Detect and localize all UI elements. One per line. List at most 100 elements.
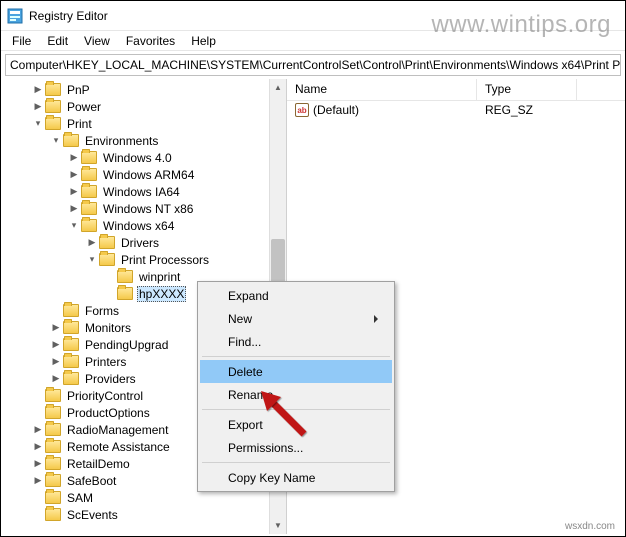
tree-item-pnp[interactable]: PnP xyxy=(65,83,92,97)
tree-item-selected[interactable]: hpXXXX xyxy=(137,286,186,302)
folder-icon xyxy=(45,423,61,436)
expand-icon[interactable]: ▶ xyxy=(49,355,63,369)
scroll-down-icon[interactable]: ▼ xyxy=(270,517,286,534)
string-value-icon: ab xyxy=(295,103,309,117)
folder-icon xyxy=(117,287,133,300)
titlebar: Registry Editor xyxy=(1,1,625,31)
expand-icon[interactable]: ▶ xyxy=(31,474,45,488)
tree-item-ntx86[interactable]: Windows NT x86 xyxy=(101,202,195,216)
tree-item-retaildemo[interactable]: RetailDemo xyxy=(65,457,132,471)
menu-view[interactable]: View xyxy=(77,32,117,50)
ctx-rename[interactable]: Rename xyxy=(200,383,392,406)
folder-icon xyxy=(81,151,97,164)
tree-item-prioritycontrol[interactable]: PriorityControl xyxy=(65,389,145,403)
collapse-icon[interactable]: ▾ xyxy=(49,134,63,148)
expand-icon[interactable]: ▶ xyxy=(67,185,81,199)
tree-item-win40[interactable]: Windows 4.0 xyxy=(101,151,174,165)
ctx-separator xyxy=(202,409,390,410)
column-header-type[interactable]: Type xyxy=(477,79,577,100)
tree-item-sam[interactable]: SAM xyxy=(65,491,95,505)
expand-icon[interactable]: ▶ xyxy=(67,151,81,165)
tree-item-printers[interactable]: Printers xyxy=(83,355,128,369)
ctx-expand[interactable]: Expand xyxy=(200,284,392,307)
value-name: (Default) xyxy=(313,103,359,117)
collapse-icon[interactable]: ▾ xyxy=(85,253,99,267)
tree-item-ia64[interactable]: Windows IA64 xyxy=(101,185,182,199)
ctx-find[interactable]: Find... xyxy=(200,330,392,353)
corner-credit: wsxdn.com xyxy=(565,521,615,532)
tree-item-printprocessors[interactable]: Print Processors xyxy=(119,253,211,267)
expand-icon[interactable]: ▶ xyxy=(31,440,45,454)
collapse-icon[interactable]: ▾ xyxy=(67,219,81,233)
ctx-separator xyxy=(202,356,390,357)
ctx-new[interactable]: New xyxy=(200,307,392,330)
tree-item-drivers[interactable]: Drivers xyxy=(119,236,161,250)
expand-icon[interactable]: ▶ xyxy=(31,457,45,471)
tree-item-arm64[interactable]: Windows ARM64 xyxy=(101,168,196,182)
window-title: Registry Editor xyxy=(29,9,108,23)
folder-icon xyxy=(45,406,61,419)
address-text: Computer\HKEY_LOCAL_MACHINE\SYSTEM\Curre… xyxy=(10,58,621,72)
folder-icon xyxy=(81,219,97,232)
tree-item-scevents[interactable]: ScEvents xyxy=(65,508,120,522)
scroll-up-icon[interactable]: ▲ xyxy=(270,79,286,96)
folder-icon xyxy=(45,474,61,487)
expand-icon[interactable]: ▶ xyxy=(85,236,99,250)
folder-icon xyxy=(45,457,61,470)
folder-icon xyxy=(81,202,97,215)
tree-item-providers[interactable]: Providers xyxy=(83,372,138,386)
values-header: Name Type xyxy=(287,79,625,101)
ctx-permissions[interactable]: Permissions... xyxy=(200,436,392,459)
tree-item-environments[interactable]: Environments xyxy=(83,134,160,148)
collapse-icon[interactable]: ▾ xyxy=(31,117,45,131)
expand-icon[interactable]: ▶ xyxy=(67,202,81,216)
expand-icon[interactable]: ▶ xyxy=(67,168,81,182)
tree-item-x64[interactable]: Windows x64 xyxy=(101,219,176,233)
expand-icon[interactable]: ▶ xyxy=(31,423,45,437)
expand-icon[interactable]: ▶ xyxy=(31,83,45,97)
menu-help[interactable]: Help xyxy=(184,32,223,50)
expand-icon[interactable]: ▶ xyxy=(49,321,63,335)
folder-icon xyxy=(45,83,61,96)
value-row-default[interactable]: ab (Default) REG_SZ xyxy=(287,101,625,119)
tree-item-power[interactable]: Power xyxy=(65,100,103,114)
value-type: REG_SZ xyxy=(477,103,577,117)
context-menu: Expand New Find... Delete Rename Export … xyxy=(197,281,395,492)
address-bar[interactable]: Computer\HKEY_LOCAL_MACHINE\SYSTEM\Curre… xyxy=(5,54,621,76)
expand-icon[interactable]: ▶ xyxy=(49,372,63,386)
folder-icon xyxy=(117,270,133,283)
folder-icon xyxy=(63,321,79,334)
tree-item-monitors[interactable]: Monitors xyxy=(83,321,133,335)
tree-item-winprint[interactable]: winprint xyxy=(137,270,182,284)
folder-icon xyxy=(81,185,97,198)
folder-icon xyxy=(63,134,79,147)
ctx-delete[interactable]: Delete xyxy=(200,360,392,383)
folder-icon xyxy=(99,253,115,266)
folder-icon xyxy=(45,440,61,453)
tree-item-pendingupgrad[interactable]: PendingUpgrad xyxy=(83,338,170,352)
ctx-copykeyname[interactable]: Copy Key Name xyxy=(200,466,392,489)
expand-icon[interactable]: ▶ xyxy=(31,100,45,114)
folder-icon xyxy=(63,355,79,368)
menu-favorites[interactable]: Favorites xyxy=(119,32,182,50)
ctx-export[interactable]: Export xyxy=(200,413,392,436)
expand-icon[interactable]: ▶ xyxy=(49,338,63,352)
folder-icon xyxy=(45,491,61,504)
tree-item-safeboot[interactable]: SafeBoot xyxy=(65,474,118,488)
menu-file[interactable]: File xyxy=(5,32,38,50)
folder-icon xyxy=(45,389,61,402)
tree-item-forms[interactable]: Forms xyxy=(83,304,121,318)
ctx-separator xyxy=(202,462,390,463)
folder-icon xyxy=(45,100,61,113)
tree-item-print[interactable]: Print xyxy=(65,117,94,131)
column-header-name[interactable]: Name xyxy=(287,79,477,100)
tree-item-remoteassistance[interactable]: Remote Assistance xyxy=(65,440,172,454)
folder-icon xyxy=(63,338,79,351)
regedit-icon xyxy=(7,8,23,24)
tree-item-productoptions[interactable]: ProductOptions xyxy=(65,406,152,420)
folder-icon xyxy=(63,372,79,385)
menu-edit[interactable]: Edit xyxy=(40,32,75,50)
folder-icon xyxy=(45,508,61,521)
folder-icon xyxy=(99,236,115,249)
tree-item-radiomanagement[interactable]: RadioManagement xyxy=(65,423,170,437)
